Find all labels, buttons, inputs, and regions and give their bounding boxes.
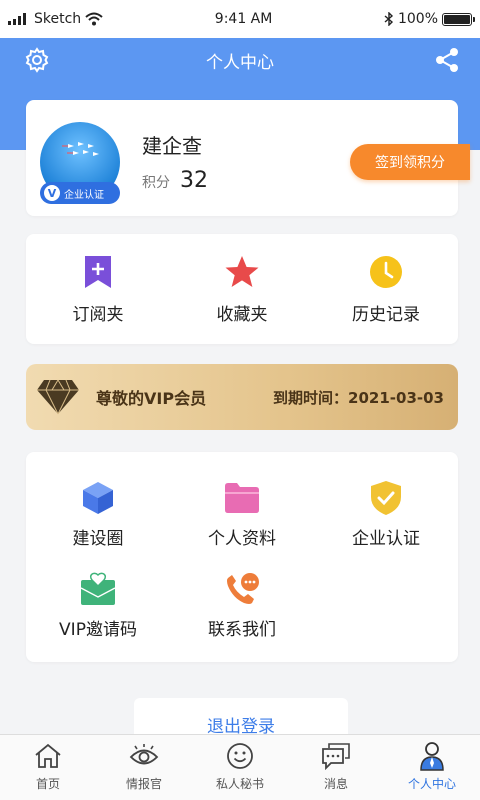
folder-icon bbox=[224, 480, 260, 516]
nav-secretary[interactable]: 私人秘书 bbox=[192, 735, 288, 800]
quick-link-label: 历史记录 bbox=[352, 304, 420, 325]
feature-vip-invite[interactable]: VIP邀请码 bbox=[26, 571, 170, 640]
cube-icon bbox=[80, 480, 116, 516]
checkin-button[interactable]: 签到领积分 bbox=[350, 144, 470, 180]
profile-card: V 企业认证 建企查 积分 32 签到领积分 bbox=[26, 100, 470, 216]
feature-community[interactable]: 建设圈 bbox=[26, 480, 170, 549]
quick-link-favorites[interactable]: 收藏夹 bbox=[187, 254, 297, 325]
page-title: 个人中心 bbox=[206, 52, 274, 73]
nav-label: 私人秘书 bbox=[215, 777, 264, 791]
vip-title: 尊敬的VIP会员 bbox=[96, 389, 207, 408]
eye-icon bbox=[129, 741, 159, 771]
feature-label: 个人资料 bbox=[208, 529, 276, 549]
feature-grid: 建设圈 个人资料 企业认证 VIP邀请码 联系我们 bbox=[26, 480, 458, 640]
battery-icon bbox=[442, 12, 475, 26]
clock-icon bbox=[368, 254, 404, 290]
points: 积分 32 bbox=[142, 168, 208, 193]
nav-label: 个人中心 bbox=[407, 777, 456, 791]
feature-card: 建设圈 个人资料 企业认证 VIP邀请码 联系我们 bbox=[26, 452, 458, 662]
points-value: 32 bbox=[180, 168, 208, 193]
wifi-icon bbox=[85, 12, 103, 26]
quick-link-label: 订阅夹 bbox=[72, 304, 124, 325]
status-right: 100% bbox=[384, 11, 475, 27]
profile-name: 建企查 bbox=[142, 134, 202, 158]
user-icon bbox=[417, 741, 447, 771]
feature-label: 建设圈 bbox=[72, 529, 124, 549]
jets-icon bbox=[62, 142, 99, 156]
envelope-heart-icon bbox=[80, 571, 116, 607]
nav-messages[interactable]: 消息 bbox=[288, 735, 384, 800]
quick-link-subscriptions[interactable]: 订阅夹 bbox=[43, 254, 153, 325]
nav-label: 首页 bbox=[35, 777, 60, 791]
quick-link-history[interactable]: 历史记录 bbox=[331, 254, 441, 325]
phone-chat-icon bbox=[224, 571, 260, 607]
status-time: 9:41 AM bbox=[214, 11, 273, 27]
feature-label: 企业认证 bbox=[352, 529, 420, 549]
signal-icon bbox=[8, 13, 26, 25]
bluetooth-icon bbox=[384, 12, 393, 26]
feature-contact[interactable]: 联系我们 bbox=[170, 571, 314, 640]
status-bar: Sketch 9:41 AM 100% bbox=[0, 0, 480, 38]
verified-label: 企业认证 bbox=[64, 189, 104, 201]
feature-certification[interactable]: 企业认证 bbox=[314, 480, 458, 549]
battery-label: 100% bbox=[397, 11, 438, 27]
home-icon bbox=[33, 741, 63, 771]
smile-icon bbox=[225, 741, 255, 771]
status-left: Sketch bbox=[8, 11, 103, 27]
nav-profile[interactable]: 个人中心 bbox=[384, 735, 480, 800]
nav-home[interactable]: 首页 bbox=[0, 735, 96, 800]
shield-check-icon bbox=[368, 480, 404, 516]
verified-icon: V bbox=[44, 185, 60, 201]
feature-profile[interactable]: 个人资料 bbox=[170, 480, 314, 549]
message-icon bbox=[321, 741, 351, 771]
feature-label: VIP邀请码 bbox=[59, 620, 137, 640]
quick-links-card: 订阅夹 收藏夹 历史记录 bbox=[26, 234, 458, 344]
gear-icon bbox=[25, 47, 49, 73]
nav-intel[interactable]: 情报官 bbox=[96, 735, 192, 800]
settings-button[interactable] bbox=[22, 45, 52, 75]
vip-expiry: 到期时间：2021-03-03 bbox=[273, 388, 444, 407]
feature-label: 联系我们 bbox=[208, 620, 276, 640]
nav-label: 消息 bbox=[323, 777, 348, 791]
share-icon bbox=[436, 48, 458, 72]
quick-link-label: 收藏夹 bbox=[216, 304, 268, 325]
points-label: 积分 bbox=[142, 175, 170, 191]
vip-banner[interactable]: 尊敬的VIP会员 到期时间：2021-03-03 bbox=[26, 364, 458, 430]
nav-label: 情报官 bbox=[125, 777, 162, 791]
diamond-icon bbox=[37, 379, 79, 415]
header-bar: 个人中心 bbox=[0, 38, 480, 82]
share-button[interactable] bbox=[432, 45, 462, 75]
bottom-nav: 首页 情报官 私人秘书 消息 个人中心 bbox=[0, 734, 480, 800]
bookmark-plus-icon bbox=[80, 254, 116, 290]
star-icon bbox=[224, 254, 260, 290]
verified-badge: V 企业认证 bbox=[40, 182, 120, 204]
carrier-label: Sketch bbox=[34, 11, 82, 27]
